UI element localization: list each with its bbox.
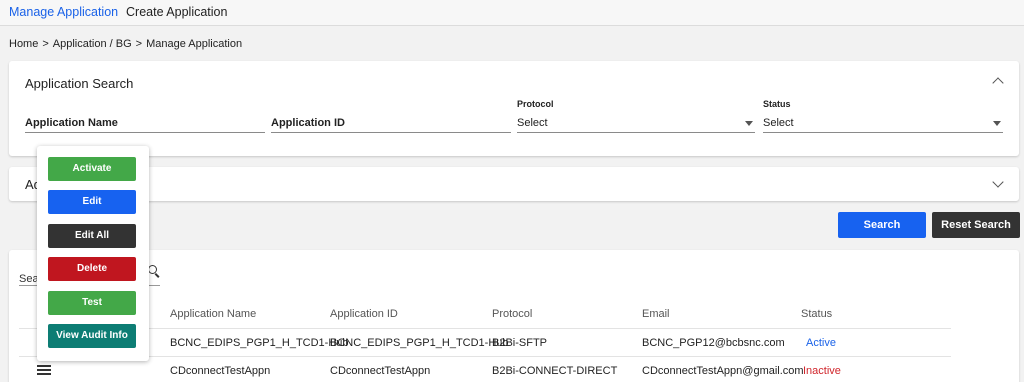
status-badge: Inactive	[803, 365, 841, 377]
breadcrumb-separator: >	[42, 38, 49, 50]
breadcrumb-application-bg[interactable]: Application / BG	[53, 38, 132, 50]
status-badge: Active	[806, 337, 836, 349]
activate-button[interactable]: Activate	[48, 157, 136, 181]
protocol-value: Select	[517, 117, 548, 129]
table-search-placeholder: Sea	[19, 273, 39, 285]
application-name-label: Application Name	[25, 117, 118, 129]
dropdown-caret-icon	[993, 121, 1001, 126]
column-header-application-id[interactable]: Application ID	[330, 308, 398, 320]
cell-email: CDconnectTestAppn@gmail.com	[642, 365, 804, 377]
breadcrumb: Home > Application / BG > Manage Application	[9, 38, 245, 50]
row-action-menu: Activate Edit Edit All Delete Test View …	[37, 146, 149, 361]
cell-application-name: CDconnectTestAppn	[170, 365, 271, 377]
tab-manage-application[interactable]: Manage Application	[9, 5, 118, 19]
top-nav: Manage Application Create Application	[0, 0, 1024, 26]
tab-create-application[interactable]: Create Application	[126, 5, 227, 19]
cell-protocol: B2Bi-SFTP	[492, 337, 548, 349]
expand-chevron-icon[interactable]	[992, 176, 1004, 188]
status-value: Select	[763, 117, 794, 129]
application-search-panel: Application Search Application Name Appl…	[9, 61, 1019, 156]
cell-application-name: BCNC_EDIPS_PGP1_H_TCD1-Hub	[170, 337, 349, 349]
dropdown-caret-icon	[745, 121, 753, 126]
column-header-status[interactable]: Status	[801, 308, 832, 320]
row-divider	[19, 328, 951, 329]
application-name-input[interactable]: Application Name	[25, 113, 265, 133]
column-header-protocol[interactable]: Protocol	[492, 308, 532, 320]
breadcrumb-separator: >	[135, 38, 143, 50]
edit-all-button[interactable]: Edit All	[48, 224, 136, 248]
breadcrumb-home[interactable]: Home	[9, 38, 38, 50]
breadcrumb-current: Manage Application	[146, 38, 243, 50]
row-divider	[19, 356, 951, 357]
edit-button[interactable]: Edit	[48, 190, 136, 214]
test-button[interactable]: Test	[48, 291, 136, 315]
cell-application-id: BCNC_EDIPS_PGP1_H_TCD1-Hub	[330, 337, 509, 349]
reset-search-button[interactable]: Reset Search	[932, 212, 1020, 238]
advanced-search-panel[interactable]: Ad	[9, 167, 1019, 201]
delete-button[interactable]: Delete	[48, 257, 136, 281]
search-icon[interactable]	[148, 265, 157, 274]
hamburger-menu-icon[interactable]	[37, 365, 51, 375]
status-label: Status	[763, 99, 791, 109]
view-audit-info-button[interactable]: View Audit Info	[48, 324, 136, 348]
panel-title: Application Search	[25, 76, 134, 91]
collapse-chevron-icon[interactable]	[992, 77, 1004, 89]
protocol-select[interactable]: Protocol Select	[517, 99, 755, 133]
column-header-application-name[interactable]: Application Name	[170, 308, 256, 320]
search-button[interactable]: Search	[838, 212, 926, 238]
cell-protocol: B2Bi-CONNECT-DIRECT	[492, 365, 618, 377]
column-header-email[interactable]: Email	[642, 308, 670, 320]
cell-application-id: CDconnectTestAppn	[330, 365, 431, 377]
application-id-label: Application ID	[271, 117, 345, 129]
protocol-label: Protocol	[517, 99, 554, 109]
application-id-input[interactable]: Application ID	[271, 113, 511, 133]
cell-email: BCNC_PGP12@bcbsnc.com	[642, 337, 785, 349]
status-select[interactable]: Status Select	[763, 99, 1003, 133]
